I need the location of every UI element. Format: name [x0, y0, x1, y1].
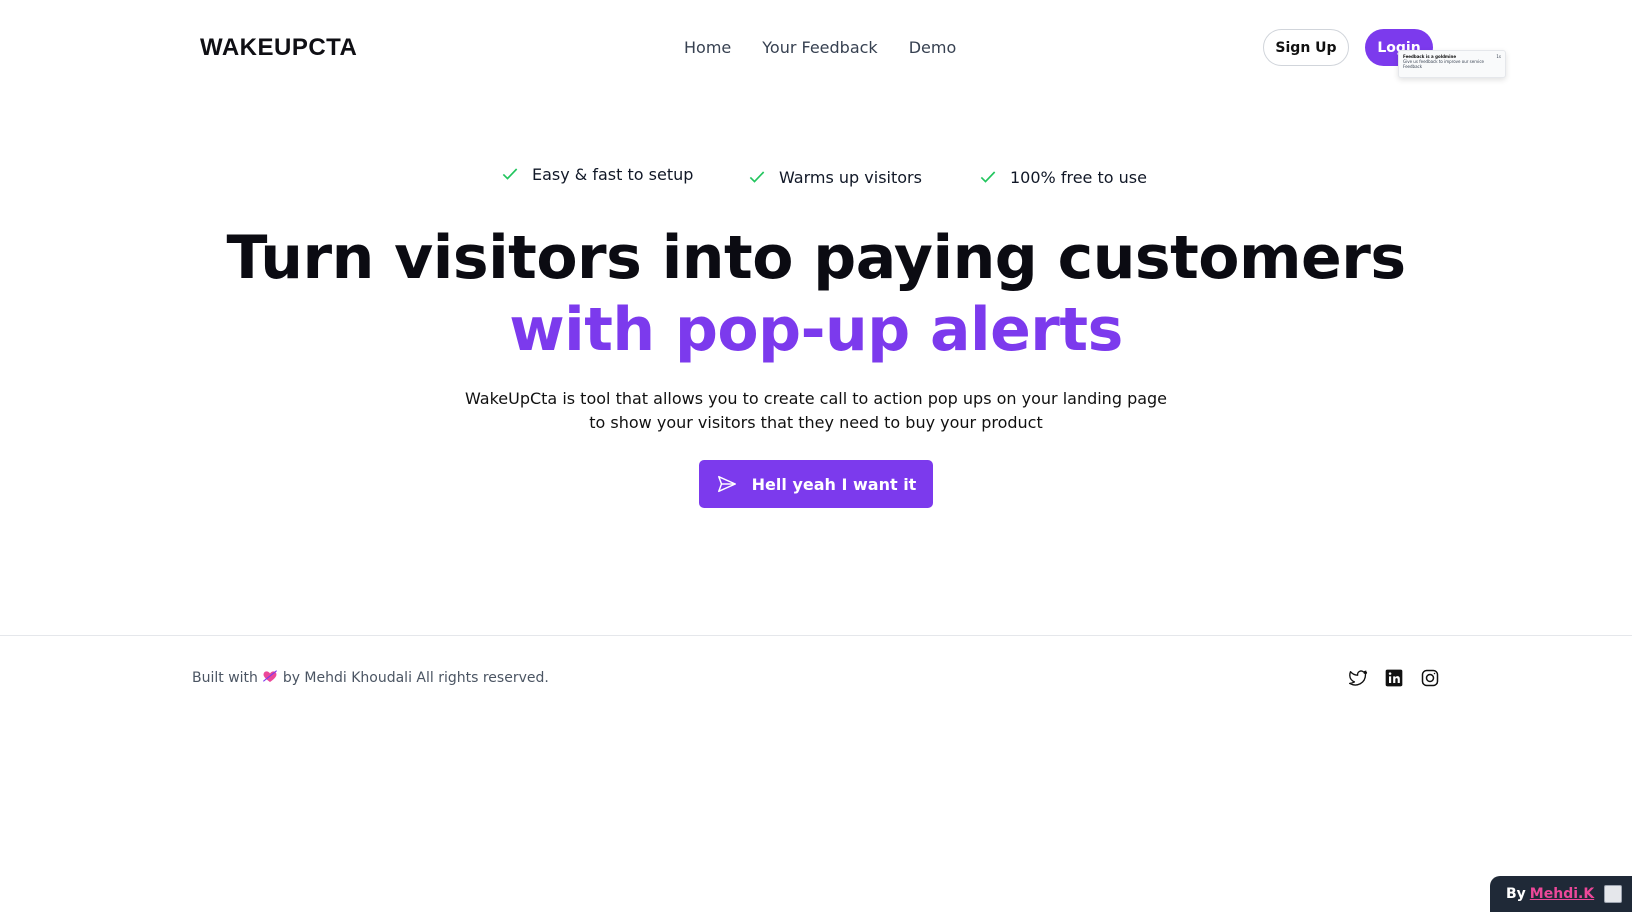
- check-icon: [980, 171, 996, 183]
- author-link[interactable]: Mehdi.K: [1530, 886, 1594, 902]
- nav-home[interactable]: Home: [684, 38, 731, 57]
- send-icon: [717, 475, 736, 493]
- footer-divider: [0, 635, 1632, 636]
- credit-text: by Mehdi Khoudali All rights reserved.: [282, 670, 549, 686]
- nav-demo[interactable]: Demo: [909, 38, 957, 57]
- nav-your-feedback[interactable]: Your Feedback: [762, 38, 877, 57]
- feature-label: 100% free to use: [1010, 167, 1147, 187]
- badge-prefix: By: [1506, 886, 1526, 902]
- check-icon: [749, 171, 765, 183]
- feature-label: Warms up visitors: [779, 167, 922, 187]
- feature-item: Warms up visitors: [747, 167, 922, 187]
- signup-button[interactable]: Sign Up: [1263, 29, 1349, 66]
- instagram-icon[interactable]: [1420, 668, 1440, 688]
- broken-image-icon: [1604, 885, 1623, 903]
- cta-label: Hell yeah I want it: [751, 474, 917, 494]
- feature-label: Easy & fast to setup: [532, 164, 694, 184]
- built-with-text: Built with: [192, 670, 258, 686]
- main-nav: Home Your Feedback Demo: [684, 38, 956, 57]
- feature-list: Easy & fast to setup Warms up visitors 1…: [0, 164, 1632, 194]
- feedback-popup-preview[interactable]: Feedback is a goldmine Give us feedback …: [1398, 50, 1506, 78]
- popup-time: 1s: [1496, 54, 1501, 59]
- hero-description-line: WakeUpCta is tool that allows you to cre…: [464, 389, 1168, 408]
- hero-title: Turn visitors into paying customers: [226, 223, 1406, 293]
- linkedin-icon[interactable]: [1384, 668, 1404, 688]
- hero-description-line: to show your visitors that they need to …: [589, 413, 1043, 432]
- twitter-icon[interactable]: [1348, 668, 1368, 688]
- popup-link[interactable]: Feedback: [1403, 64, 1501, 69]
- hero-description: WakeUpCta is tool that allows you to cre…: [0, 387, 1632, 435]
- cta-button[interactable]: Hell yeah I want it: [699, 460, 933, 508]
- social-links: [1348, 668, 1440, 688]
- feature-item: Easy & fast to setup: [500, 164, 693, 184]
- landing-page: WAKEUPCTA Home Your Feedback Demo Sign U…: [0, 0, 1632, 912]
- hero-accent-title: with pop-up alerts: [509, 295, 1123, 365]
- heart-arrow-icon: [263, 670, 278, 682]
- footer-credit: Built with by Mehdi Khoudali All rights …: [192, 668, 549, 686]
- author-badge: By Mehdi.K: [1490, 876, 1632, 912]
- logo[interactable]: WAKEUPCTA: [200, 34, 357, 62]
- feature-item: 100% free to use: [978, 167, 1147, 187]
- check-icon: [502, 168, 518, 180]
